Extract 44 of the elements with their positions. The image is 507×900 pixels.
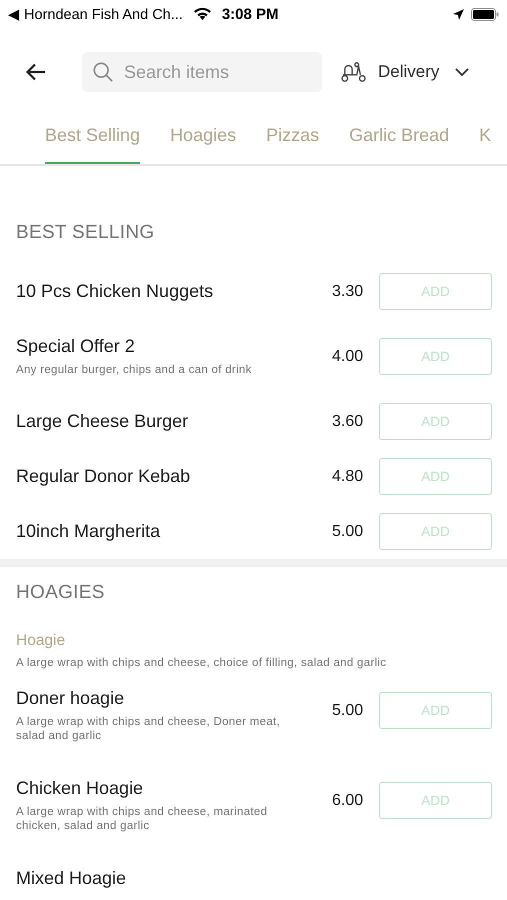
add-button[interactable]: ADD — [379, 273, 492, 310]
section-heading: HOAGIES — [16, 581, 106, 605]
item-name: 10inch Margherita — [16, 521, 162, 542]
item-name: Mixed Hoagie — [16, 868, 128, 889]
item-name: Large Cheese Burger — [16, 411, 190, 432]
item-price: 4.00 — [332, 348, 364, 366]
search-icon — [92, 61, 114, 83]
battery-icon — [471, 8, 499, 20]
back-to-app-link[interactable]: ◀ Horndean Fish And Ch... — [8, 6, 183, 22]
add-button[interactable]: ADD — [379, 692, 492, 729]
item-price: 3.30 — [332, 282, 364, 300]
category-tab[interactable]: Garlic Bread — [349, 116, 450, 164]
item-description: A large wrap with chips and cheese, choice of filling, salad and garlic — [16, 656, 388, 670]
item-price: 6.00 — [332, 792, 364, 810]
item-price: 5.00 — [332, 702, 364, 720]
item-price: 3.60 — [332, 412, 364, 430]
add-button[interactable]: ADD — [379, 513, 492, 550]
search-field[interactable]: Search items — [82, 52, 322, 92]
subcategory-title: Hoagie — [16, 632, 66, 650]
add-button[interactable]: ADD — [379, 338, 492, 375]
category-tab[interactable]: Hoagies — [170, 116, 236, 164]
item-name: Special Offer 2 — [16, 336, 136, 357]
wifi-icon — [192, 7, 212, 21]
section-heading: BEST SELLING — [16, 221, 156, 245]
chevron-down-icon — [455, 68, 470, 76]
item-name: Regular Donor Kebab — [16, 466, 192, 487]
clock-time: 3:08 PM — [222, 6, 279, 22]
category-tab[interactable]: K — [479, 116, 492, 164]
add-button[interactable]: ADD — [379, 403, 492, 440]
add-button[interactable]: ADD — [379, 458, 492, 495]
scooter-icon — [340, 61, 368, 83]
item-name: Doner hoagie — [16, 688, 126, 709]
item-name: 10 Pcs Chicken Nuggets — [16, 281, 214, 302]
item-price: 4.80 — [332, 468, 364, 486]
location-arrow-icon — [452, 8, 465, 20]
item-description: A large wrap with chips and cheese, marinated chicken, salad and garlic — [16, 805, 268, 833]
delivery-dropdown[interactable]: Delivery — [340, 61, 470, 83]
item-description: Any regular burger, chips and a can of drink — [16, 363, 253, 377]
item-price: 5.00 — [332, 522, 364, 540]
category-tab[interactable]: Best Selling — [45, 116, 140, 164]
item-description: A large wrap with chips and cheese, Doner meat, salad and garlic — [16, 715, 281, 743]
add-button[interactable]: ADD — [379, 782, 492, 819]
item-name: Chicken Hoagie — [16, 778, 144, 799]
category-tab[interactable]: Pizzas — [266, 116, 320, 164]
